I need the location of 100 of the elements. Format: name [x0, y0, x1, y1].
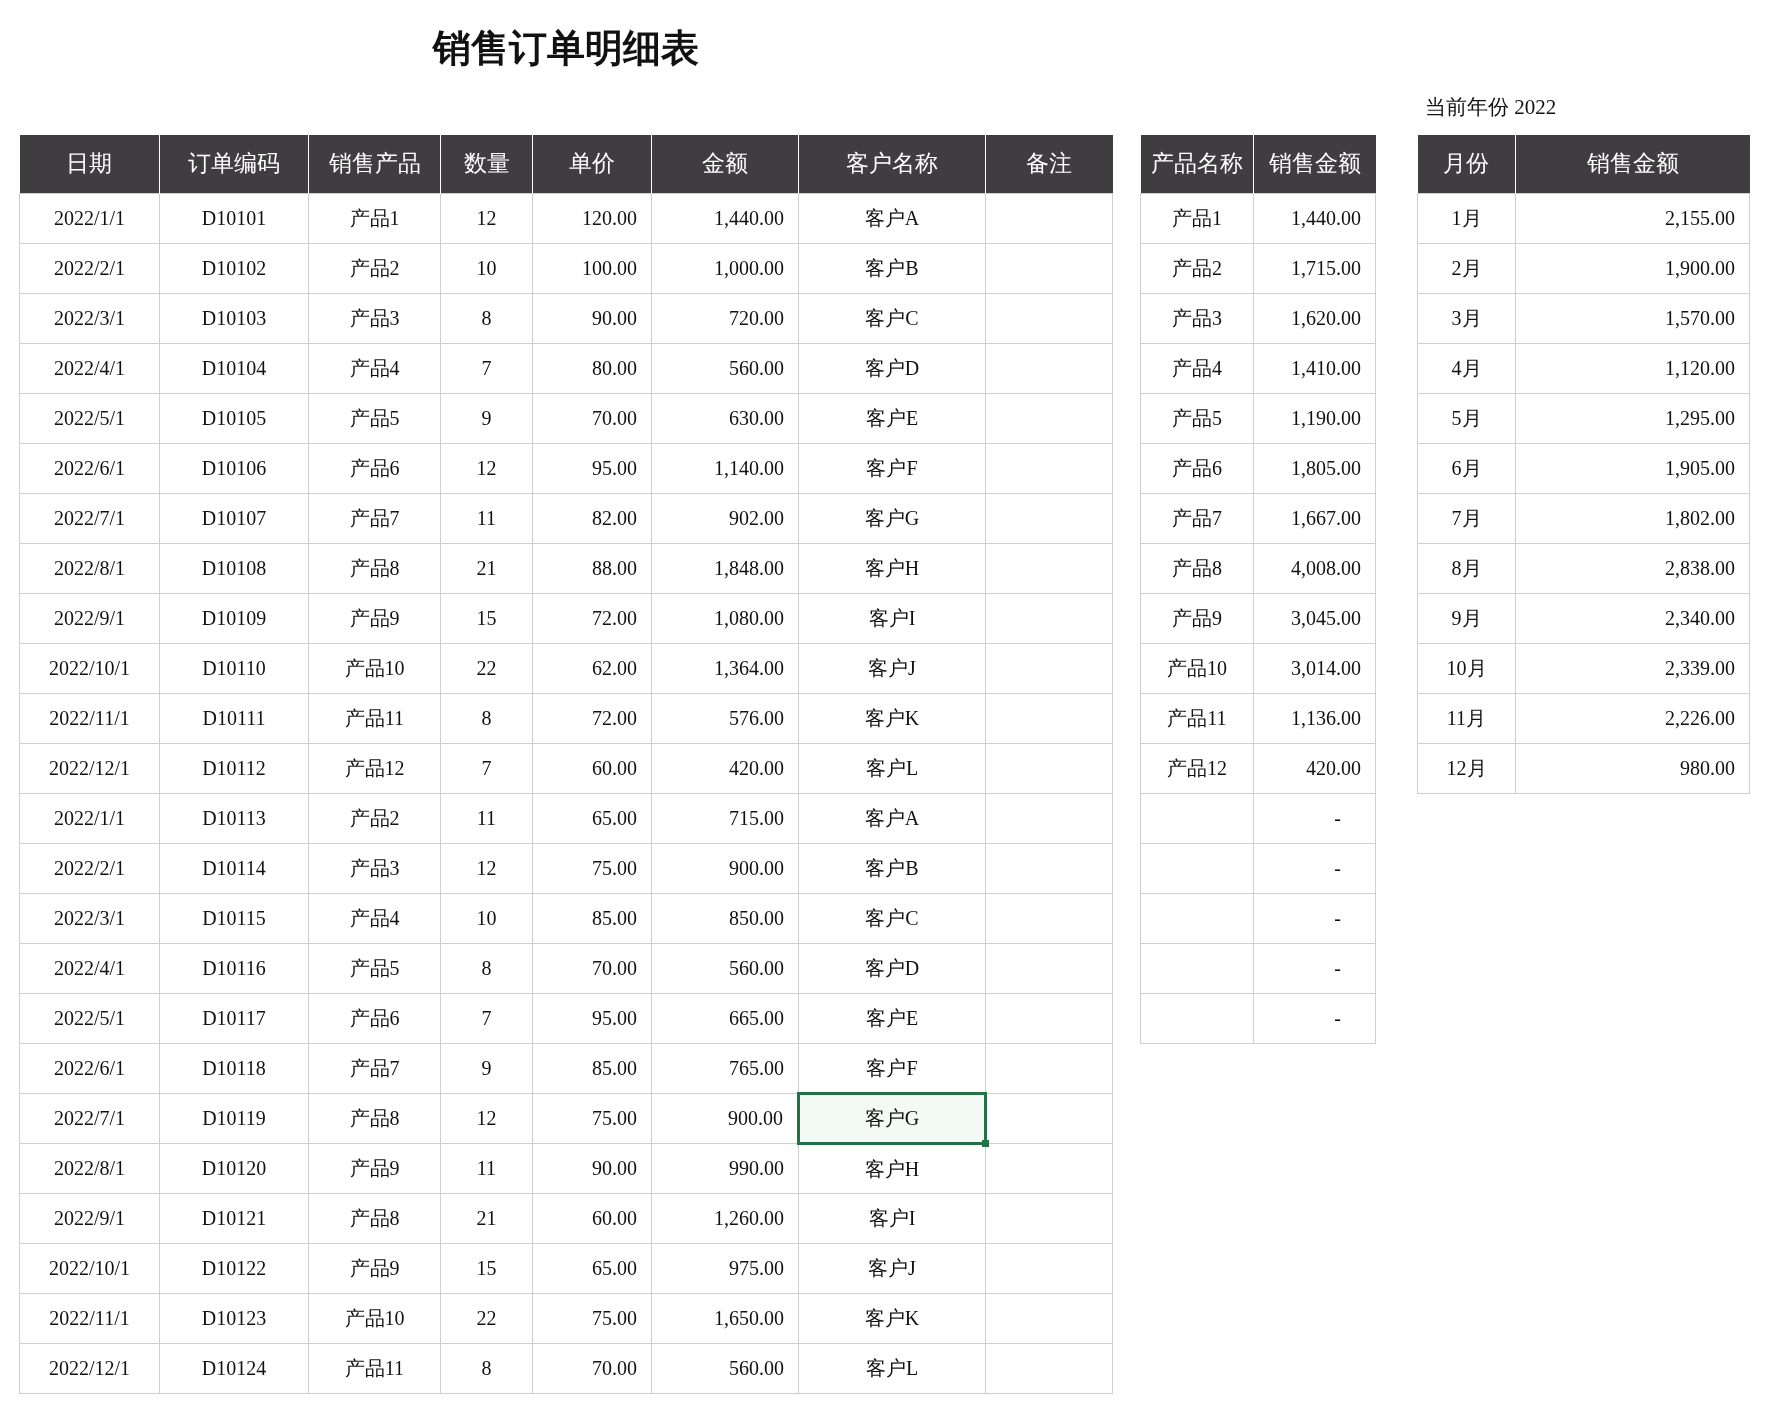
column-header: 单价 — [532, 135, 652, 193]
table-cell: 1,080.00 — [651, 593, 799, 643]
table-cell: 客户I — [798, 1193, 986, 1243]
table-cell: 产品10 — [1140, 643, 1254, 693]
year-label: 当前年份 2022 — [1424, 93, 1557, 121]
table-cell: 70.00 — [532, 943, 652, 993]
table-cell: 22 — [440, 1293, 533, 1343]
table-cell: 2022/3/1 — [19, 893, 160, 943]
table-cell: 902.00 — [651, 493, 799, 543]
table-cell: 客户K — [798, 693, 986, 743]
table-cell: 75.00 — [532, 843, 652, 893]
table-cell: 7 — [440, 993, 533, 1043]
table-cell: 产品1 — [308, 193, 441, 243]
table-cell: 2022/5/1 — [19, 993, 160, 1043]
table-cell: - — [1253, 893, 1376, 943]
table-cell: 产品1 — [1140, 193, 1254, 243]
column-header: 销售金额 — [1515, 135, 1750, 193]
table-cell: 产品9 — [308, 1143, 441, 1193]
table-cell: - — [1253, 793, 1376, 843]
table-cell: D10105 — [159, 393, 309, 443]
table-cell: D10114 — [159, 843, 309, 893]
table-cell: 2,339.00 — [1515, 643, 1750, 693]
table-cell: 60.00 — [532, 743, 652, 793]
table-cell: 产品4 — [308, 893, 441, 943]
table-cell: 1,905.00 — [1515, 443, 1750, 493]
column-header: 销售金额 — [1253, 135, 1376, 193]
column-header: 日期 — [19, 135, 160, 193]
table-cell: 产品9 — [1140, 593, 1254, 643]
table-cell: 产品5 — [308, 393, 441, 443]
table-cell: 产品9 — [308, 593, 441, 643]
table-cell: 11 — [440, 1143, 533, 1193]
table-cell: 12 — [440, 193, 533, 243]
table-cell: 1,650.00 — [651, 1293, 799, 1343]
table-cell: 产品3 — [308, 843, 441, 893]
table-cell: 2,155.00 — [1515, 193, 1750, 243]
table-cell: 客户H — [798, 543, 986, 593]
table-cell: - — [1253, 943, 1376, 993]
table-cell: D10103 — [159, 293, 309, 343]
table-cell: 1,364.00 — [651, 643, 799, 693]
table-cell: 72.00 — [532, 693, 652, 743]
table-cell: 5月 — [1417, 393, 1516, 443]
table-cell: 7 — [440, 343, 533, 393]
table-cell: 82.00 — [532, 493, 652, 543]
table-cell: 客户B — [798, 843, 986, 893]
table-cell: 客户L — [798, 743, 986, 793]
column-header: 销售产品 — [308, 135, 441, 193]
table-cell: 2022/6/1 — [19, 443, 160, 493]
table-cell: 4,008.00 — [1253, 543, 1376, 593]
table-cell: 产品10 — [308, 1293, 441, 1343]
table-cell: 21 — [440, 1193, 533, 1243]
table-cell: 1,805.00 — [1253, 443, 1376, 493]
column-header: 订单编码 — [159, 135, 309, 193]
table-cell: 产品11 — [308, 1343, 441, 1393]
table-cell: 8 — [440, 293, 533, 343]
table-cell: 2022/8/1 — [19, 543, 160, 593]
table-cell: 产品8 — [308, 1093, 441, 1143]
table-cell: 客户F — [798, 443, 986, 493]
table-cell: D10115 — [159, 893, 309, 943]
table-cell: 2022/7/1 — [19, 493, 160, 543]
table-cell: 1月 — [1417, 193, 1516, 243]
table-cell: 90.00 — [532, 1143, 652, 1193]
table-cell: 客户C — [798, 293, 986, 343]
table-cell: 11 — [440, 493, 533, 543]
table-cell: 1,295.00 — [1515, 393, 1750, 443]
table-cell: 客户E — [798, 993, 986, 1043]
table-cell: 75.00 — [532, 1093, 652, 1143]
table-cell: 11月 — [1417, 693, 1516, 743]
table-cell: D10102 — [159, 243, 309, 293]
table-cell: D10118 — [159, 1043, 309, 1093]
table-cell: 1,900.00 — [1515, 243, 1750, 293]
table-cell: 产品12 — [308, 743, 441, 793]
table-cell: 95.00 — [532, 443, 652, 493]
table-cell: 产品5 — [308, 943, 441, 993]
table-cell: 850.00 — [651, 893, 799, 943]
table-cell: 90.00 — [532, 293, 652, 343]
table-cell: 客户B — [798, 243, 986, 293]
table-cell: D10116 — [159, 943, 309, 993]
table-cell: 1,802.00 — [1515, 493, 1750, 543]
table-cell: D10107 — [159, 493, 309, 543]
table-cell: 88.00 — [532, 543, 652, 593]
table-cell: 1,410.00 — [1253, 343, 1376, 393]
table-cell: 990.00 — [651, 1143, 799, 1193]
column-header: 备注 — [985, 135, 1113, 193]
table-cell: 22 — [440, 643, 533, 693]
table-cell: 1,570.00 — [1515, 293, 1750, 343]
table-cell: 95.00 — [532, 993, 652, 1043]
table-cell: 客户A — [798, 193, 986, 243]
table-cell: 120.00 — [532, 193, 652, 243]
table-cell: 10 — [440, 243, 533, 293]
table-cell: D10121 — [159, 1193, 309, 1243]
table-cell: 8 — [440, 943, 533, 993]
sheet-title: 销售订单明细表 — [431, 26, 700, 71]
table-cell: D10113 — [159, 793, 309, 843]
table-cell: 420.00 — [651, 743, 799, 793]
table-cell: D10111 — [159, 693, 309, 743]
table-cell: 9月 — [1417, 593, 1516, 643]
table-cell: 2022/10/1 — [19, 1243, 160, 1293]
table-cell: 产品7 — [1140, 493, 1254, 543]
table-cell: 12 — [440, 443, 533, 493]
table-cell: 3,014.00 — [1253, 643, 1376, 693]
